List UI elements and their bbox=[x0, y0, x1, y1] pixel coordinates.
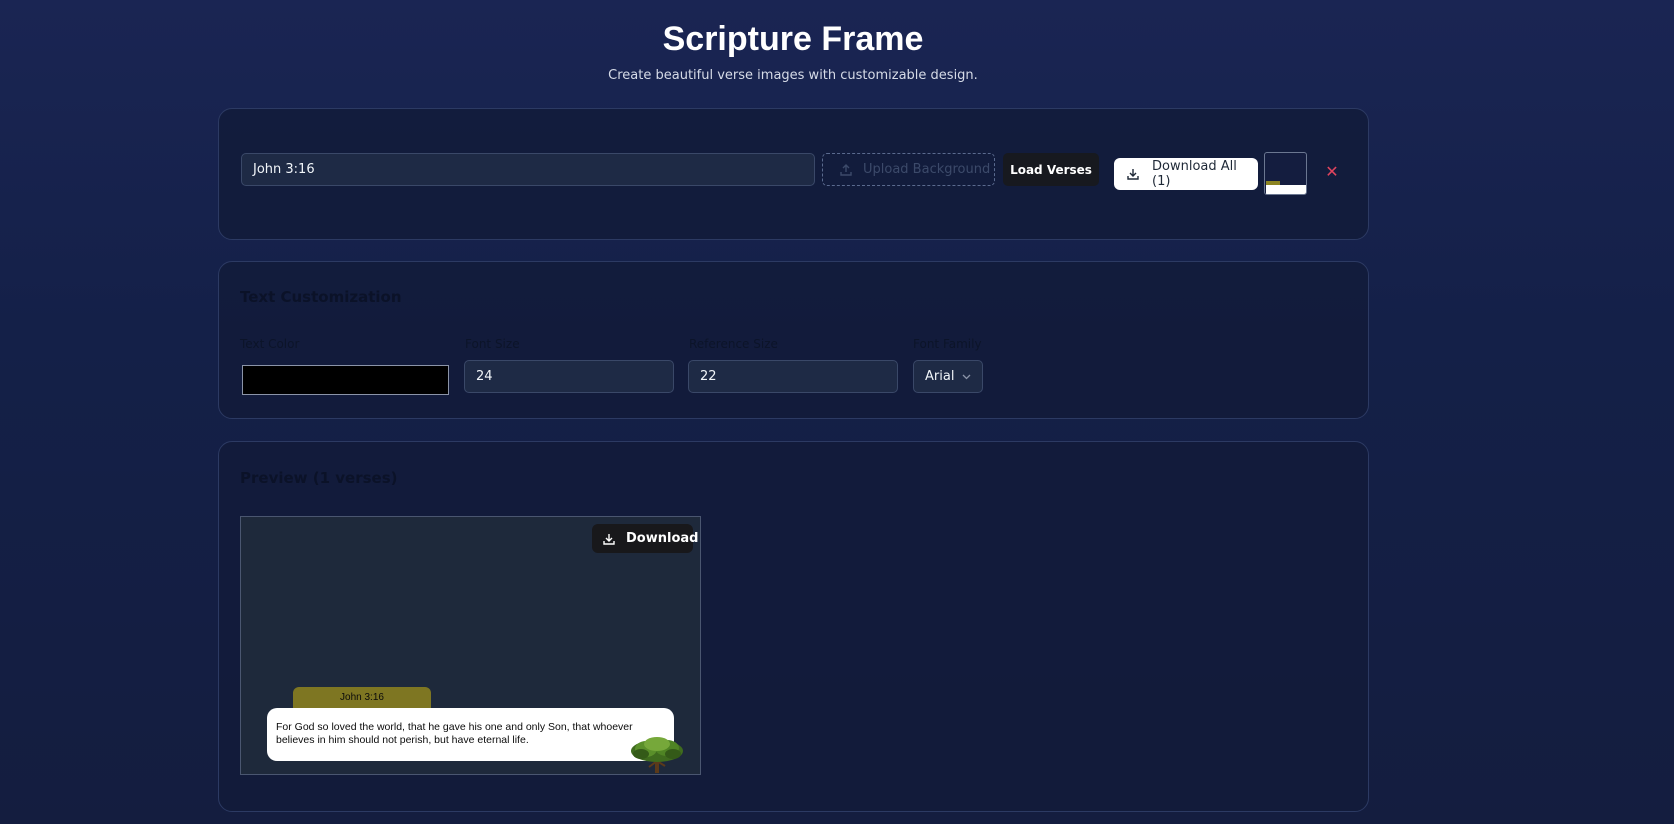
upload-background-label: Upload Background bbox=[863, 162, 991, 177]
download-all-label: Download All (1) bbox=[1152, 159, 1237, 189]
load-verses-button[interactable]: Load Verses bbox=[1003, 153, 1099, 186]
verse-thumbnail[interactable] bbox=[1264, 152, 1307, 195]
page-title: Scripture Frame bbox=[662, 20, 924, 58]
reference-size-label: Reference Size bbox=[689, 337, 778, 351]
preview-card: Preview (1 verses) Download John 3:16 Fo… bbox=[218, 441, 1369, 812]
font-size-label: Font Size bbox=[465, 337, 520, 351]
verse-text-box: For God so loved the world, that he gave… bbox=[267, 708, 674, 761]
upload-icon bbox=[839, 163, 853, 177]
download-button[interactable]: Download bbox=[592, 524, 698, 553]
text-color-label: Text Color bbox=[240, 337, 300, 351]
tree-icon bbox=[629, 735, 685, 775]
font-size-input[interactable]: 24 bbox=[464, 360, 674, 393]
chevron-down-icon bbox=[962, 374, 971, 380]
download-icon bbox=[602, 532, 616, 546]
reference-size-input[interactable]: 22 bbox=[688, 360, 898, 393]
close-icon[interactable]: ✕ bbox=[1323, 163, 1341, 181]
font-family-select[interactable]: Arial bbox=[913, 360, 983, 393]
thumbnail-verse-bar bbox=[1266, 185, 1306, 194]
download-icon bbox=[1126, 167, 1140, 181]
upload-background-button[interactable]: Upload Background bbox=[822, 153, 995, 186]
section-title: Preview (1 verses) bbox=[240, 469, 398, 487]
download-label: Download bbox=[626, 531, 699, 546]
font-family-value: Arial bbox=[925, 369, 955, 384]
verse-input[interactable]: John 3:16 bbox=[241, 153, 815, 186]
section-title: Text Customization bbox=[240, 288, 402, 306]
verse-preview-image: Download John 3:16 For God so loved the … bbox=[240, 516, 701, 775]
controls-card: John 3:16 Upload Background Load Verses … bbox=[218, 108, 1369, 240]
font-family-label: Font Family bbox=[913, 337, 982, 351]
text-color-picker[interactable] bbox=[242, 365, 449, 395]
download-all-button[interactable]: Download All (1) bbox=[1114, 158, 1258, 190]
page-subtitle: Create beautiful verse images with custo… bbox=[608, 68, 978, 83]
text-customization-card: Text Customization Text Color Font Size … bbox=[218, 261, 1369, 419]
